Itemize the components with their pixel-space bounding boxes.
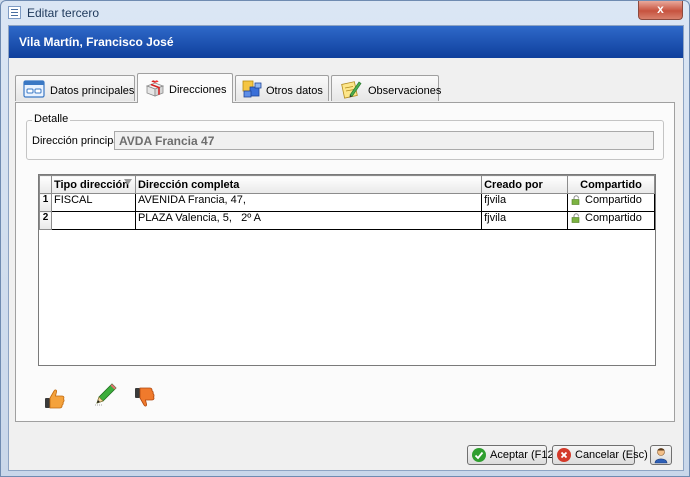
close-button[interactable]: x: [638, 1, 683, 20]
grid-corner: [39, 175, 52, 194]
notepad-pencil-icon: [341, 81, 362, 99]
check-icon: [472, 448, 486, 462]
dialog-footer: Aceptar (F12) Cancelar (Esc): [9, 434, 683, 470]
direcciones-panel: Detalle Dirección principal AVDA Francia…: [15, 102, 675, 422]
tab-otros-datos[interactable]: Otros datos: [235, 75, 329, 101]
tab-label: Otros datos: [266, 85, 323, 97]
header-band: Vila Martín, Francisco José: [9, 26, 683, 58]
tab-direcciones[interactable]: Direcciones: [137, 73, 233, 103]
cell-tipo[interactable]: [50, 211, 136, 230]
table-row[interactable]: 1 FISCAL AVENIDA Francia, 47, fjvila Com…: [39, 193, 655, 212]
compartido-text: Compartido: [585, 212, 642, 225]
direccion-principal-field[interactable]: AVDA Francia 47: [114, 131, 654, 150]
user-icon: [654, 448, 668, 464]
dialog-client: Vila Martín, Francisco José Datos princi…: [8, 25, 684, 471]
tab-label: Direcciones: [169, 84, 227, 96]
thumbs-down-icon[interactable]: [132, 384, 158, 410]
tab-datos-principales[interactable]: Datos principales: [15, 75, 135, 101]
row-number: 2: [39, 211, 52, 230]
accept-label: Aceptar (F12): [490, 449, 558, 461]
compartido-text: Compartido: [585, 194, 642, 207]
window-icon: [23, 80, 45, 98]
cell-compartido[interactable]: Compartido: [567, 211, 655, 230]
col-header-creado[interactable]: Creado por: [481, 175, 568, 194]
window-title: Editar tercero: [27, 6, 100, 20]
direcciones-grid[interactable]: Tipo dirección Dirección completa Creado…: [38, 174, 656, 366]
col-header-compartido[interactable]: Compartido: [567, 175, 655, 194]
grid-header-row: Tipo dirección Dirección completa Creado…: [39, 175, 655, 194]
cell-creado[interactable]: fjvila: [481, 193, 568, 212]
table-row[interactable]: 2 PLAZA Valencia, 5, 2º A fjvila Compart…: [39, 211, 655, 230]
cancel-icon: [557, 448, 571, 462]
sort-filter-icon[interactable]: [123, 179, 132, 185]
user-button[interactable]: [650, 445, 672, 465]
tab-observaciones[interactable]: Observaciones: [331, 75, 442, 101]
cell-direccion[interactable]: AVENIDA Francia, 47,: [134, 193, 483, 212]
tercero-name: Vila Martín, Francisco José: [19, 35, 174, 49]
gift-box-icon: [145, 80, 165, 97]
accept-button[interactable]: Aceptar (F12): [467, 445, 557, 465]
blocks-icon: [242, 80, 262, 98]
col-header-direccion[interactable]: Dirección completa: [134, 175, 483, 194]
tab-label: Datos principales: [50, 85, 135, 97]
cell-direccion[interactable]: PLAZA Valencia, 5, 2º A: [134, 211, 483, 230]
detalle-group: Detalle Dirección principal AVDA Francia…: [26, 113, 664, 160]
direccion-principal-label: Dirección principal: [32, 135, 122, 147]
title-bar[interactable]: Editar tercero x: [1, 1, 689, 25]
col-header-label: Tipo dirección: [53, 178, 129, 191]
cell-tipo[interactable]: FISCAL: [50, 193, 136, 212]
cell-compartido[interactable]: Compartido: [567, 193, 655, 212]
cell-creado[interactable]: fjvila: [481, 211, 568, 230]
app-icon: [8, 6, 21, 19]
cancel-label: Cancelar (Esc): [575, 449, 648, 461]
dialog-window: Editar tercero x Vila Martín, Francisco …: [0, 0, 690, 477]
lock-icon: [571, 195, 580, 205]
tab-label: Observaciones: [368, 85, 442, 97]
pencil-icon[interactable]: [93, 381, 119, 407]
detalle-legend: Detalle: [32, 113, 71, 125]
cancel-button[interactable]: Cancelar (Esc): [552, 445, 648, 465]
thumbs-up-icon[interactable]: [42, 386, 68, 412]
tab-strip: Datos principales Direcciones Otros dato…: [15, 73, 677, 103]
row-number: 1: [39, 193, 52, 212]
lock-icon: [571, 213, 580, 223]
col-header-tipo[interactable]: Tipo dirección: [50, 175, 136, 194]
